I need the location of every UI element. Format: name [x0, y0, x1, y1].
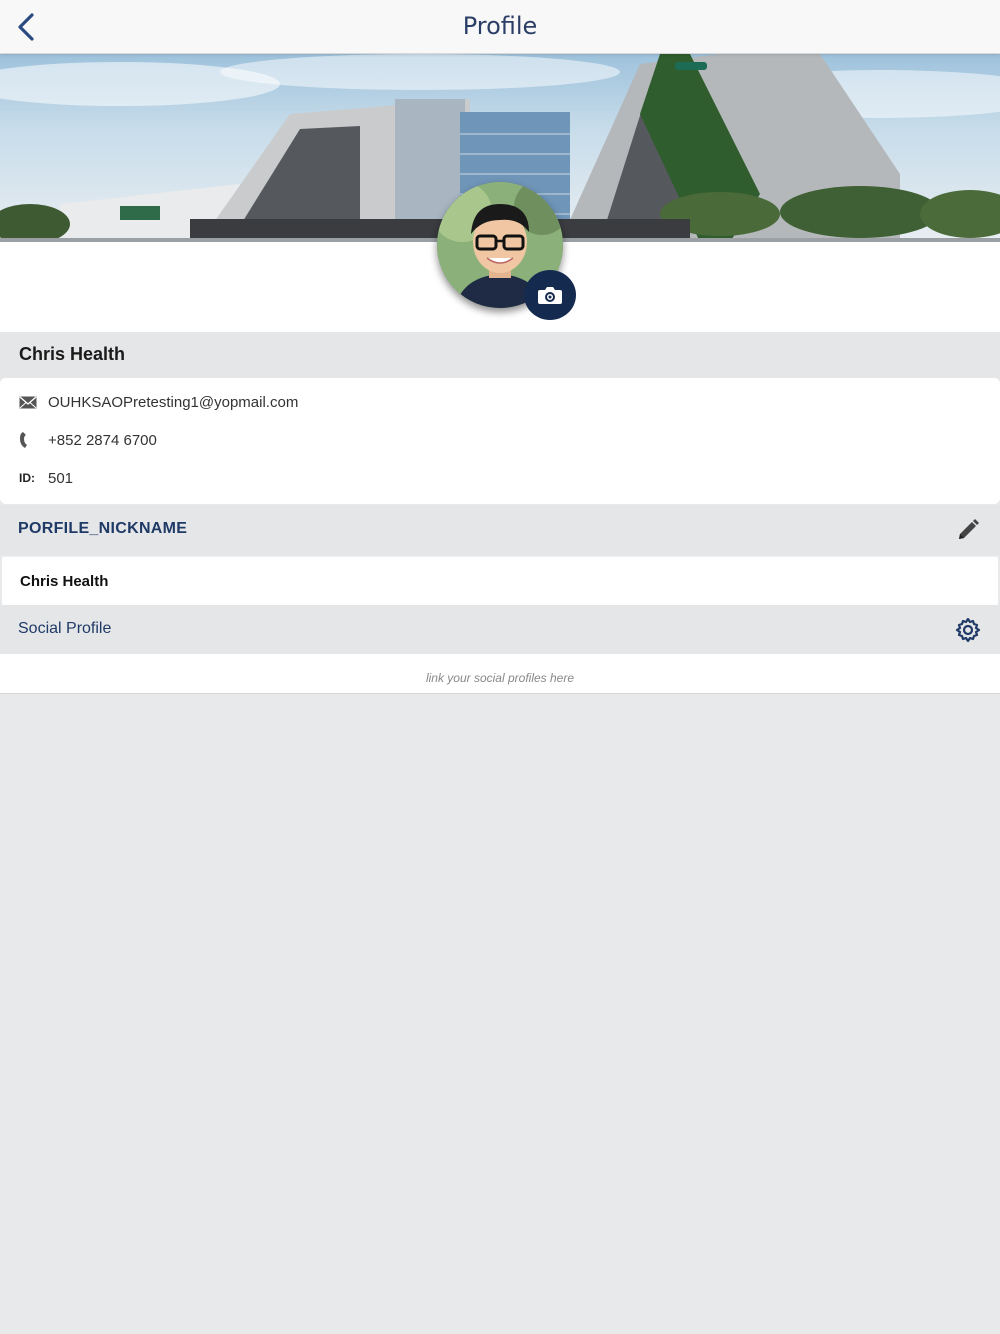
social-hint-text: link your social profiles here [425, 671, 575, 685]
gear-icon [955, 617, 981, 643]
nickname-section-header: PORFILE_NICKNAME [0, 505, 1000, 555]
social-settings-button[interactable] [954, 616, 982, 644]
id-label: ID: [19, 471, 35, 485]
email-text[interactable]: OUHKSAOPretesting1@yopmail.com [48, 394, 298, 411]
nickname-card[interactable]: Chris Health [2, 556, 998, 605]
email-row: OUHKSAOPretesting1@yopmail.com [19, 390, 298, 414]
phone-text[interactable]: +852 2874 6700 [48, 432, 157, 449]
top-nav-bar: Profile [0, 0, 1000, 54]
edit-nickname-button[interactable] [954, 516, 982, 544]
mail-icon [19, 395, 39, 409]
nickname-section-label: PORFILE_NICKNAME [18, 520, 188, 537]
pencil-icon [959, 519, 979, 539]
camera-icon [538, 287, 562, 304]
page-title: Profile [462, 12, 538, 40]
id-row: ID: 501 [19, 466, 73, 490]
change-photo-button[interactable] [524, 270, 576, 320]
profile-name-bar: Chris Health [0, 332, 1000, 378]
contact-info-card: OUHKSAOPretesting1@yopmail.com +852 2874… [0, 378, 1000, 504]
nickname-value: Chris Health [20, 573, 109, 590]
profile-name: Chris Health [19, 344, 126, 364]
phone-icon [19, 431, 39, 449]
social-section-label: Social Profile [18, 620, 112, 637]
social-section-header: Social Profile [0, 605, 1000, 655]
id-value: 501 [48, 469, 74, 487]
social-profiles-card: link your social profiles here [0, 654, 1000, 694]
phone-row: +852 2874 6700 [19, 428, 157, 452]
